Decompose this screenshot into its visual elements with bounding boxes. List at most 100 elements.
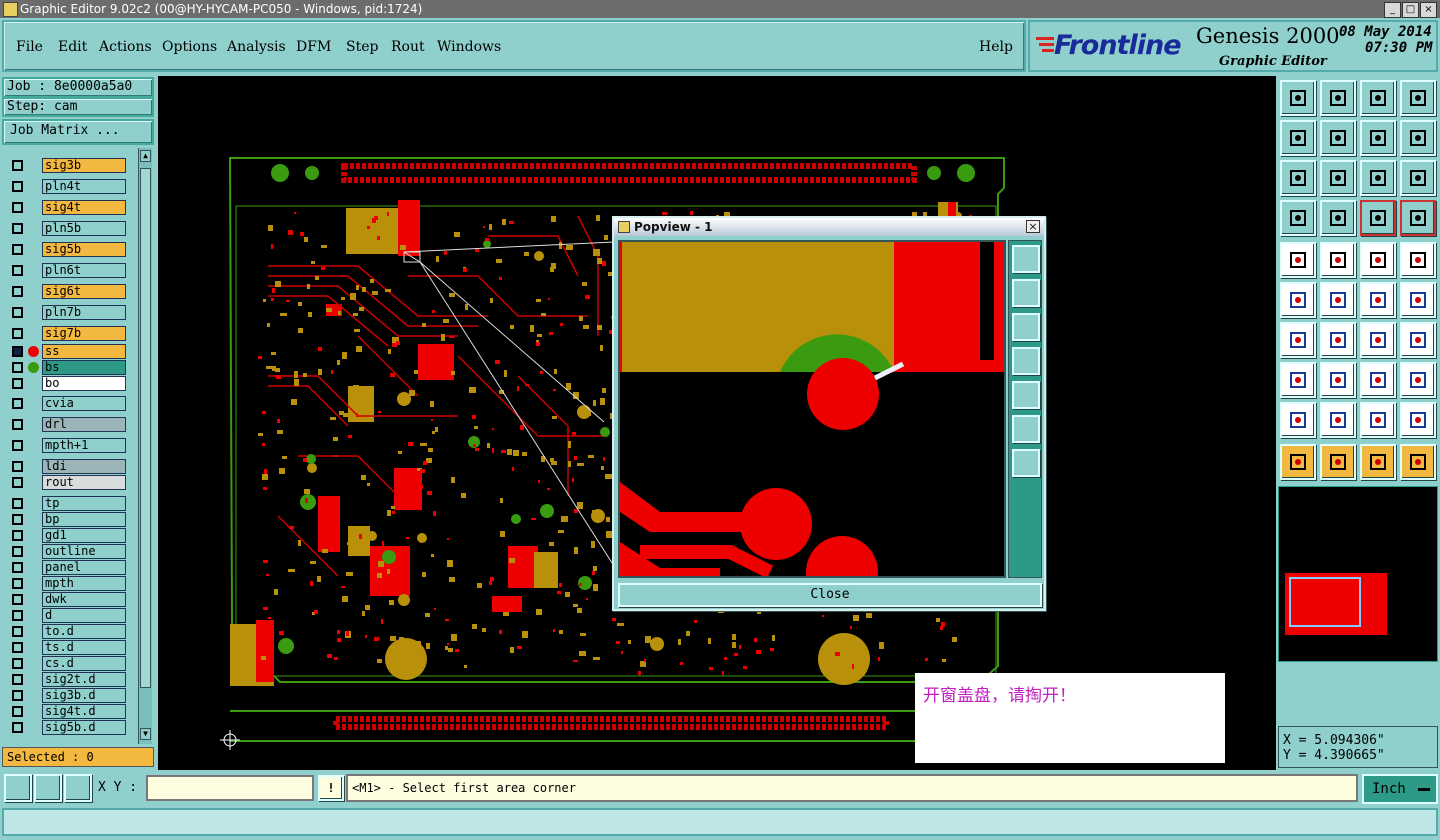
menu-edit[interactable]: Edit bbox=[58, 39, 87, 55]
layer-name[interactable]: d bbox=[42, 608, 126, 623]
pan-left-icon[interactable] bbox=[1280, 120, 1316, 156]
xy-input[interactable] bbox=[146, 775, 314, 801]
layer-checkbox[interactable] bbox=[12, 328, 23, 339]
triangle-fill-icon[interactable] bbox=[1320, 402, 1356, 438]
layer-checkbox[interactable] bbox=[12, 346, 23, 357]
layer-name[interactable]: mpth+1 bbox=[42, 438, 126, 453]
layer-list-scrollbar[interactable]: ▲ ▼ bbox=[138, 148, 152, 744]
select-point-icon[interactable] bbox=[1360, 444, 1396, 480]
select-net-icon[interactable] bbox=[1400, 444, 1436, 480]
menu-help[interactable]: Help bbox=[979, 39, 1013, 55]
layer-name[interactable]: outline bbox=[42, 544, 126, 559]
layer-row[interactable]: sig3b.d bbox=[6, 688, 126, 703]
layer-name[interactable]: sig3b.d bbox=[42, 688, 126, 703]
popview-pan-down-icon[interactable] bbox=[1012, 313, 1040, 341]
menu-dfm[interactable]: DFM bbox=[296, 39, 331, 55]
overview-map[interactable] bbox=[1278, 486, 1438, 662]
home-icon[interactable] bbox=[1360, 80, 1396, 116]
split-window-icon[interactable] bbox=[1400, 80, 1436, 116]
layer-name[interactable]: sig7b bbox=[42, 326, 126, 341]
layer-name[interactable]: to.d bbox=[42, 624, 126, 639]
layer-row[interactable]: cvia bbox=[6, 396, 126, 411]
layer-name[interactable]: sig6t bbox=[42, 284, 126, 299]
menu-windows[interactable]: Windows bbox=[437, 39, 501, 55]
layer-checkbox[interactable] bbox=[12, 546, 23, 557]
layer-row[interactable]: sig4t.d bbox=[6, 704, 126, 719]
layer-checkbox[interactable] bbox=[12, 514, 23, 525]
angle-icon[interactable] bbox=[1280, 322, 1316, 358]
layer-name[interactable]: ss bbox=[42, 344, 126, 359]
select-arrow-icon[interactable] bbox=[1280, 444, 1316, 480]
grid-icon[interactable] bbox=[1320, 200, 1356, 236]
layer-row[interactable]: drl bbox=[6, 417, 126, 432]
layer-checkbox[interactable] bbox=[12, 674, 23, 685]
measure-pitch-icon[interactable] bbox=[1360, 362, 1396, 398]
layer-checkbox[interactable] bbox=[12, 690, 23, 701]
alert-icon[interactable]: ! bbox=[318, 775, 344, 801]
popview-pan-right-icon[interactable] bbox=[1012, 381, 1040, 409]
delete-feature-icon[interactable] bbox=[1320, 282, 1356, 318]
menu-analysis[interactable]: Analysis bbox=[227, 39, 286, 55]
layer-row[interactable]: sig4t bbox=[6, 200, 126, 215]
layer-checkbox[interactable] bbox=[12, 562, 23, 573]
layer-name[interactable]: sig4t.d bbox=[42, 704, 126, 719]
layer-checkbox[interactable] bbox=[12, 658, 23, 669]
triangle-outline-icon[interactable] bbox=[1280, 402, 1316, 438]
snap-mode-icon[interactable] bbox=[4, 774, 32, 802]
redo-view-icon[interactable] bbox=[1400, 120, 1436, 156]
add-pad-icon[interactable] bbox=[1280, 242, 1316, 278]
layer-row[interactable]: ldi bbox=[6, 459, 126, 474]
layer-name[interactable]: ldi bbox=[42, 459, 126, 474]
arc-icon[interactable] bbox=[1360, 322, 1396, 358]
overview-viewport[interactable] bbox=[1289, 577, 1361, 627]
layer-name[interactable]: cs.d bbox=[42, 656, 126, 671]
layer-row[interactable]: to.d bbox=[6, 624, 126, 639]
layer-name[interactable]: ts.d bbox=[42, 640, 126, 655]
layer-checkbox[interactable] bbox=[12, 440, 23, 451]
layer-name[interactable]: sig4t bbox=[42, 200, 126, 215]
triangle-cut-icon[interactable] bbox=[1400, 402, 1436, 438]
layer-checkbox[interactable] bbox=[12, 265, 23, 276]
help-query-icon[interactable] bbox=[1400, 160, 1436, 196]
snap-center-icon[interactable] bbox=[1400, 242, 1436, 278]
layer-row[interactable]: outline bbox=[6, 544, 126, 559]
layer-row[interactable]: pln4t bbox=[6, 179, 126, 194]
zoom-fit-icon[interactable] bbox=[1280, 160, 1316, 196]
layer-checkbox[interactable] bbox=[12, 181, 23, 192]
layer-row[interactable]: sig3b bbox=[6, 158, 126, 173]
popview-zoom-in-icon[interactable] bbox=[1012, 415, 1040, 443]
layer-row[interactable]: sig6t bbox=[6, 284, 126, 299]
layer-checkbox[interactable] bbox=[12, 362, 23, 373]
layer-checkbox[interactable] bbox=[12, 223, 23, 234]
layer-row[interactable]: mpth+1 bbox=[6, 438, 126, 453]
close-window-button[interactable]: × bbox=[1420, 2, 1437, 18]
popview-close-button[interactable]: Close bbox=[618, 583, 1042, 607]
break-icon[interactable] bbox=[1320, 362, 1356, 398]
layer-row[interactable]: rout bbox=[6, 475, 126, 490]
layer-row[interactable]: pln6t bbox=[6, 263, 126, 278]
layer-row[interactable]: sig2t.d bbox=[6, 672, 126, 687]
save-job-icon[interactable] bbox=[1320, 80, 1356, 116]
copy-feature-icon[interactable] bbox=[1400, 282, 1436, 318]
open-job-icon[interactable] bbox=[1280, 80, 1316, 116]
zoom-center-icon[interactable] bbox=[1320, 160, 1356, 196]
select-box-icon[interactable] bbox=[1320, 444, 1356, 480]
line-draw-icon[interactable] bbox=[1320, 322, 1356, 358]
layer-row[interactable]: pln5b bbox=[6, 221, 126, 236]
layer-row[interactable]: bp bbox=[6, 512, 126, 527]
menu-options[interactable]: Options bbox=[162, 39, 217, 55]
layer-checkbox[interactable] bbox=[12, 244, 23, 255]
layer-checkbox[interactable] bbox=[12, 578, 23, 589]
layer-name[interactable]: bo bbox=[42, 376, 126, 391]
connect-nodes-icon[interactable] bbox=[1280, 282, 1316, 318]
unit-select[interactable]: Inch bbox=[1362, 774, 1438, 804]
triangle-select-icon[interactable] bbox=[1360, 402, 1396, 438]
scroll-thumb[interactable] bbox=[140, 168, 151, 688]
popview-pan-up-icon[interactable] bbox=[1012, 279, 1040, 307]
layer-row[interactable]: ss bbox=[6, 344, 126, 359]
layer-name[interactable]: sig2t.d bbox=[42, 672, 126, 687]
layer-checkbox[interactable] bbox=[12, 722, 23, 733]
layer-row[interactable]: mpth bbox=[6, 576, 126, 591]
layer-row[interactable]: sig7b bbox=[6, 326, 126, 341]
layer-row[interactable]: panel bbox=[6, 560, 126, 575]
